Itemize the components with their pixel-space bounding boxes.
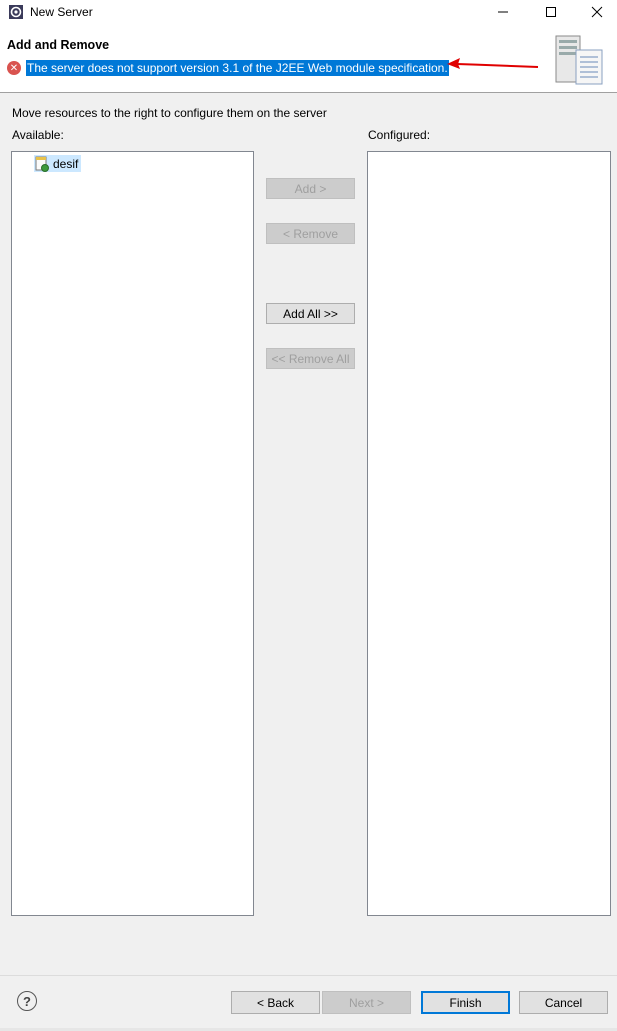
minimize-icon <box>498 11 508 13</box>
server-icon <box>555 35 603 85</box>
cancel-button[interactable]: Cancel <box>519 991 608 1014</box>
red-arrow-annotation <box>447 58 539 69</box>
instructions-text: Move resources to the right to configure… <box>12 106 327 120</box>
close-button[interactable] <box>574 0 617 24</box>
available-label: Available: <box>12 128 64 142</box>
list-item-label: desif <box>53 156 79 171</box>
maximize-button[interactable] <box>528 0 574 24</box>
title-bar: New Server <box>0 0 617 24</box>
back-button[interactable]: < Back <box>231 991 320 1014</box>
maximize-icon <box>546 7 556 17</box>
remove-button[interactable]: < Remove <box>266 223 355 244</box>
close-icon <box>591 6 603 18</box>
configured-label: Configured: <box>368 128 431 142</box>
minimize-button[interactable] <box>480 0 526 24</box>
available-list[interactable]: desif <box>11 151 254 916</box>
list-item[interactable]: desif <box>34 155 82 172</box>
next-button[interactable]: Next > <box>322 991 411 1014</box>
footer-separator <box>0 975 617 976</box>
finish-button[interactable]: Finish <box>421 991 510 1014</box>
window-title: New Server <box>30 5 93 19</box>
page-title: Add and Remove <box>7 38 110 52</box>
error-message: The server does not support version 3.1 … <box>26 60 449 76</box>
app-icon <box>9 5 23 19</box>
project-icon <box>35 156 49 172</box>
help-icon[interactable]: ? <box>17 991 37 1011</box>
add-all-button[interactable]: Add All >> <box>266 303 355 324</box>
remove-all-button[interactable]: << Remove All <box>266 348 355 369</box>
add-button[interactable]: Add > <box>266 178 355 199</box>
configured-list[interactable] <box>367 151 611 916</box>
wizard-banner: Add and Remove ✕ The server does not sup… <box>0 24 617 93</box>
error-icon: ✕ <box>7 61 21 75</box>
